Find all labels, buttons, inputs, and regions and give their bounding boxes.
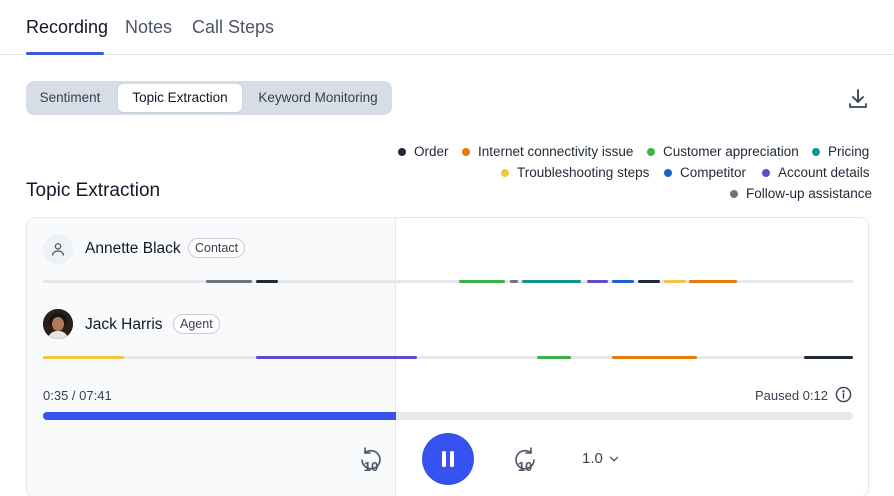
playback-speed-select[interactable]: 1.0 [582,450,621,467]
rewind-seconds-label: 10 [364,459,378,474]
topic-segment[interactable] [205,280,252,283]
pause-button[interactable] [422,433,474,485]
section-title: Topic Extraction [26,180,161,201]
info-icon[interactable] [835,386,852,403]
rewind-10-button[interactable]: 10 [357,444,385,474]
legend-label: Follow-up assistance [746,186,873,201]
topic-segment[interactable] [612,280,635,283]
tab-recording[interactable]: Recording [26,17,108,38]
playback-progress-fill [43,412,397,420]
legend-item-competitor: Competitor [664,165,746,180]
mode-sentiment-button[interactable]: Sentiment [29,84,111,112]
forward-10-icon: 10 [515,447,535,474]
tab-notes[interactable]: Notes [125,17,172,38]
legend-dot [730,189,738,198]
legend-label: Customer appreciation [663,144,799,159]
topic-segment[interactable] [43,356,124,359]
legend-dot [647,147,655,156]
playback-time: 0:35 / 07:41 [43,388,112,403]
agent-topic-track[interactable] [43,356,853,359]
topic-segment[interactable] [537,356,572,359]
agent-role-badge: Agent [173,314,220,334]
mode-topic-extraction-button[interactable]: Topic Extraction [118,84,242,112]
forward-seconds-label: 10 [518,459,532,474]
legend-dot [812,147,820,156]
legend-label: Competitor [680,165,747,180]
playback-speed-value: 1.0 [582,450,603,467]
mode-keyword-monitoring-button[interactable]: Keyword Monitoring [248,84,388,112]
legend-item-pricing: Pricing [812,144,869,159]
avatar [43,309,73,339]
legend-label: Account details [778,165,870,180]
topic-segment[interactable] [664,280,687,283]
contact-name: Annette Black [85,240,181,257]
download-icon[interactable] [846,87,870,111]
legend-label: Order [414,144,449,159]
legend-dot [462,147,470,156]
tab-call-steps[interactable]: Call Steps [192,17,274,38]
topic-segment[interactable] [803,356,853,359]
legend-dot [664,168,672,177]
chevron-down-icon [609,456,619,461]
rewind-10-icon: 10 [361,447,381,474]
legend-item-order: Order [398,144,449,159]
legend-dot [501,168,509,177]
topic-segment[interactable] [612,356,698,359]
legend-item-internet-connectivity-issue: Internet connectivity issue [462,144,633,159]
legend-item-customer-appreciation: Customer appreciation [647,144,799,159]
topic-segment[interactable] [509,280,519,283]
legend-dot [762,168,770,177]
recording-timeline-card: Annette Black Contact Jack Harris Agent … [26,217,869,496]
legend-label: Internet connectivity issue [478,144,634,159]
legend-item-account-details: Account details [762,165,870,180]
legend-label: Pricing [828,144,870,159]
playback-progress-bar[interactable] [43,412,853,420]
topic-segment[interactable] [521,280,581,283]
legend-item-troubleshooting-steps: Troubleshooting steps [501,165,649,180]
topic-segment[interactable] [256,280,278,283]
forward-10-button[interactable]: 10 [511,444,539,474]
topic-segment[interactable] [256,356,418,359]
legend-label: Troubleshooting steps [517,165,650,180]
topic-segment[interactable] [637,280,661,283]
analysis-mode-switcher: Sentiment Topic Extraction Keyword Monit… [26,81,392,115]
agent-name: Jack Harris [85,316,163,333]
topic-segment[interactable] [689,280,738,283]
contact-role-badge: Contact [188,238,246,258]
legend-dot [398,147,406,156]
recording-tabs: Recording Notes Call Steps [0,0,894,55]
pause-icon [442,451,454,467]
topic-segment[interactable] [458,280,506,283]
active-tab-indicator [26,52,104,55]
topic-segment[interactable] [586,280,609,283]
contact-topic-track[interactable] [43,280,853,283]
paused-status: Paused 0:12 [754,388,828,403]
user-icon [43,234,73,264]
legend-item-follow-up-assistance: Follow-up assistance [730,186,872,201]
